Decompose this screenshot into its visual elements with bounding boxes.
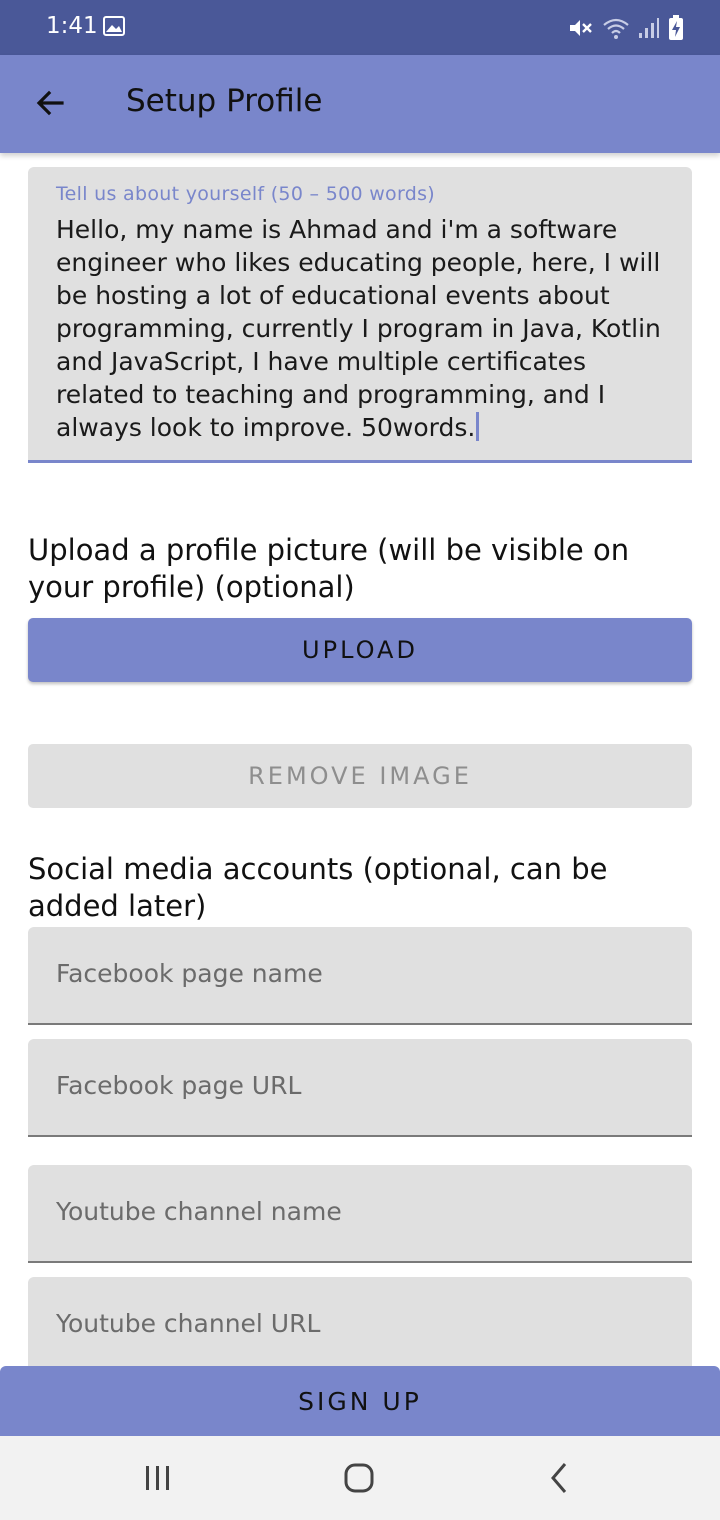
- about-yourself-value: Hello, my name is Ahmad and i'm a softwa…: [56, 215, 661, 442]
- facebook-page-url-placeholder: Facebook page URL: [56, 1071, 302, 1100]
- about-yourself-field[interactable]: Tell us about yourself (50 – 500 words) …: [28, 167, 692, 463]
- about-yourself-text[interactable]: Hello, my name is Ahmad and i'm a softwa…: [56, 213, 676, 444]
- social-media-heading: Social media accounts (optional, can be …: [28, 852, 608, 923]
- recents-icon[interactable]: [136, 1456, 180, 1500]
- upload-button[interactable]: UPLOAD: [28, 618, 692, 682]
- facebook-page-name-input[interactable]: Facebook page name: [28, 927, 692, 1025]
- youtube-channel-url-input[interactable]: Youtube channel URL: [28, 1277, 692, 1375]
- page-title: Setup Profile: [126, 83, 323, 119]
- arrow-back-icon[interactable]: [30, 83, 70, 123]
- text-cursor: [476, 412, 480, 441]
- youtube-channel-name-placeholder: Youtube channel name: [56, 1197, 342, 1226]
- youtube-channel-url-placeholder: Youtube channel URL: [56, 1309, 321, 1338]
- about-yourself-label: Tell us about yourself (50 – 500 words): [56, 183, 436, 205]
- system-nav-bar: [0, 1436, 720, 1520]
- facebook-page-name-placeholder: Facebook page name: [56, 959, 323, 988]
- youtube-channel-name-input[interactable]: Youtube channel name: [28, 1165, 692, 1263]
- remove-image-button[interactable]: REMOVE IMAGE: [28, 744, 692, 808]
- upload-picture-heading: Upload a profile picture (will be visibl…: [28, 533, 630, 604]
- app-bar: Setup Profile: [0, 55, 720, 153]
- status-bar: 1:41: [0, 0, 720, 55]
- status-icons: [568, 14, 684, 42]
- facebook-page-url-input[interactable]: Facebook page URL: [28, 1039, 692, 1137]
- battery-charging-icon: [669, 15, 683, 40]
- chevron-left-icon[interactable]: [538, 1456, 582, 1500]
- signal-icon: [639, 18, 659, 38]
- sign-up-button[interactable]: SIGN UP: [0, 1366, 720, 1436]
- home-icon[interactable]: [337, 1456, 381, 1500]
- wifi-icon: [603, 18, 629, 39]
- image-icon: [103, 16, 125, 36]
- vibrate-mute-icon: [570, 20, 592, 36]
- status-time: 1:41: [46, 13, 98, 39]
